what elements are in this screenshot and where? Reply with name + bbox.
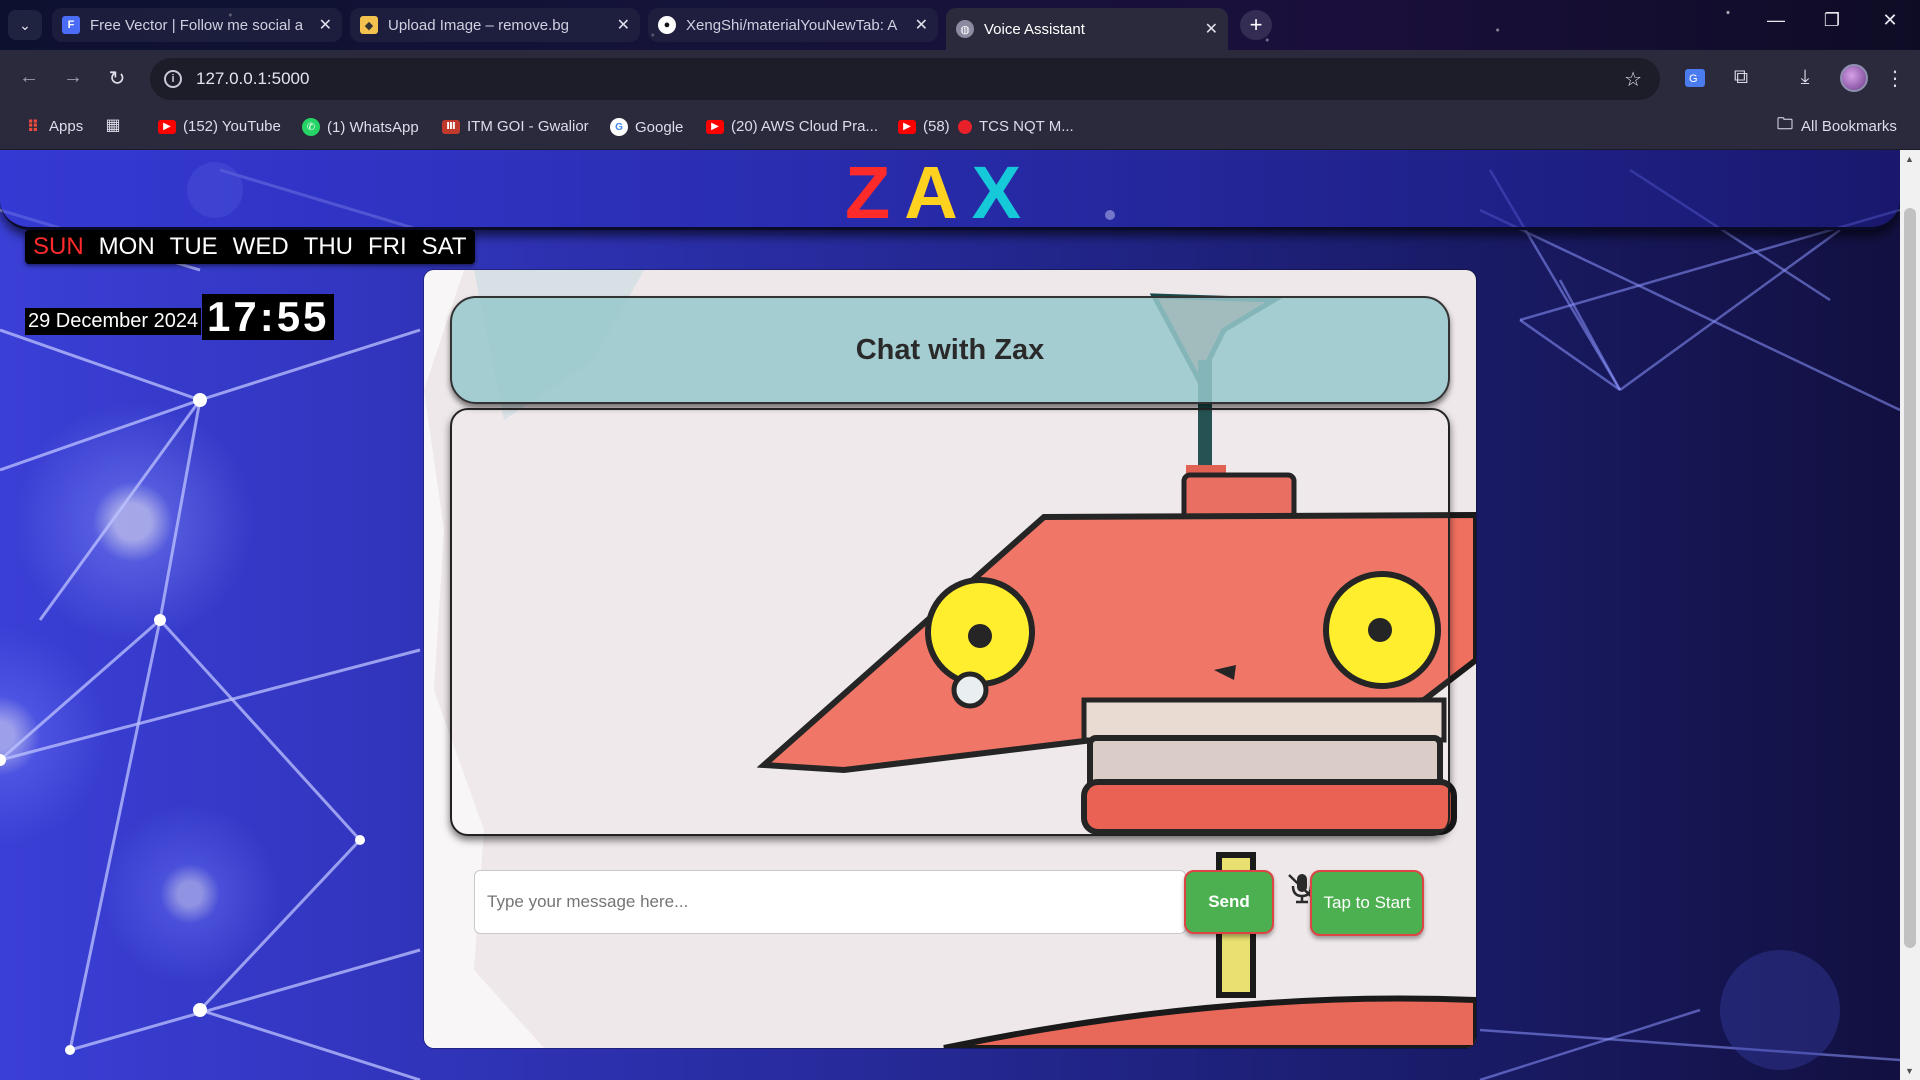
tap-to-start-button[interactable]: Tap to Start [1310, 870, 1424, 936]
close-icon[interactable]: ✕ [915, 15, 928, 35]
bookmark-google[interactable]: G Google [610, 118, 683, 136]
logo-letter-a: A [904, 151, 972, 234]
removebg-icon: ◆ [360, 16, 378, 34]
day-fri: FRI [368, 233, 407, 260]
whatsapp-icon: ✆ [302, 118, 320, 136]
chat-header: Chat with Zax [450, 296, 1450, 404]
close-icon[interactable]: ✕ [617, 15, 630, 35]
bookmark-whatsapp[interactable]: ✆ (1) WhatsApp [302, 118, 419, 136]
day-tue: TUE [169, 233, 218, 260]
svg-text:G: G [1689, 73, 1698, 85]
tab-title: XengShi/materialYouNewTab: A [686, 16, 898, 34]
browser-toolbar: ← → ↻ i 127.0.0.1:5000 ☆ G ⧉ ⤓ ⋮ [0, 50, 1920, 108]
chevron-down-icon: ⌄ [19, 16, 31, 33]
bookmark-apps[interactable]: ⠿ Apps [24, 118, 83, 136]
bookmark-youtube[interactable]: ▶ (152) YouTube [158, 118, 281, 135]
close-icon[interactable]: ✕ [1205, 19, 1218, 39]
day-sun: SUN [33, 233, 84, 260]
new-tab-button[interactable]: + [1240, 10, 1272, 40]
back-button[interactable]: ← [14, 66, 44, 89]
bookmark-itm[interactable]: Ⅲ ITM GOI - Gwalior [442, 118, 589, 135]
day-wed: WED [232, 233, 289, 260]
bookmark-tcs[interactable]: TCS NQT M... [958, 118, 1074, 135]
page-viewport: SUN MON TUE WED THU FRI SAT 29 December … [0, 150, 1900, 1080]
minimize-button[interactable]: — [1756, 10, 1796, 31]
red-dot-icon [958, 119, 972, 134]
all-bookmarks[interactable]: 🗀 All Bookmarks [1776, 116, 1897, 135]
avatar[interactable] [1840, 64, 1868, 92]
github-icon: ● [658, 16, 676, 34]
youtube-icon: ▶ [158, 119, 176, 134]
clock-display: 17:55 [202, 294, 335, 340]
message-input[interactable] [474, 870, 1186, 934]
more-menu-icon[interactable]: ⋮ [1880, 66, 1910, 91]
weekday-strip: SUN MON TUE WED THU FRI SAT [25, 230, 475, 264]
doc-icon: F [62, 16, 80, 34]
tab-title: Upload Image – remove.bg [388, 16, 569, 34]
folder-icon: 🗀 [1776, 116, 1793, 133]
bookmarks-bar: ⠿ Apps ▦ ▶ (152) YouTube ✆ (1) WhatsApp … [0, 108, 1920, 244]
chat-panel: Chat with Zax Send Tap to Start [424, 270, 1476, 1048]
day-mon: MON [98, 233, 155, 260]
zax-logo: Z A X [845, 150, 1035, 235]
extensions-icon[interactable]: ⧉ [1726, 66, 1756, 89]
reload-button[interactable]: ↻ [102, 66, 132, 91]
forward-button[interactable]: → [58, 66, 88, 89]
tab-title: Free Vector | Follow me social a [90, 16, 304, 34]
close-icon[interactable]: ✕ [319, 15, 332, 35]
plus-icon: + [1249, 12, 1263, 37]
logo-letter-x: X [971, 151, 1036, 234]
youtube-icon: ▶ [706, 119, 724, 134]
scroll-up-icon[interactable]: ▲ [1905, 154, 1914, 164]
day-thu: THU [303, 233, 353, 260]
download-icon[interactable]: ⤓ [1790, 66, 1820, 89]
close-window-button[interactable]: ✕ [1870, 10, 1910, 31]
tab-voice-assistant[interactable]: ◍ Voice Assistant ✕ [946, 8, 1228, 50]
scrollbar-thumb[interactable] [1904, 208, 1916, 948]
bookmark-58[interactable]: ▶ (58) [898, 118, 950, 135]
chat-messages-area[interactable] [450, 408, 1450, 836]
youtube-icon: ▶ [898, 119, 916, 134]
itm-icon: Ⅲ [442, 119, 460, 134]
address-bar[interactable]: i 127.0.0.1:5000 ☆ [150, 58, 1660, 100]
info-icon[interactable]: i [164, 70, 182, 88]
tab-github[interactable]: ● XengShi/materialYouNewTab: A ✕ [648, 8, 938, 42]
translate-icon[interactable]: G [1680, 66, 1710, 96]
date-display: 29 December 2024 [25, 308, 202, 335]
tab-groups-icon[interactable]: ▦ [104, 117, 122, 134]
tab-title: Voice Assistant [984, 20, 1085, 38]
tab-search-button[interactable]: ⌄ [8, 10, 42, 40]
logo-letter-z: Z [845, 151, 905, 234]
google-icon: G [610, 118, 628, 136]
bookmark-star-icon[interactable]: ☆ [1624, 67, 1642, 92]
tab-free-vector[interactable]: F Free Vector | Follow me social a ✕ [52, 8, 342, 42]
chat-input-row: Send Tap to Start [474, 870, 1434, 936]
day-sat: SAT [421, 233, 467, 260]
send-button[interactable]: Send [1184, 870, 1274, 934]
bookmark-aws[interactable]: ▶ (20) AWS Cloud Pra... [706, 118, 878, 135]
apps-grid-icon: ⠿ [26, 118, 40, 136]
scroll-down-icon[interactable]: ▼ [1905, 1066, 1914, 1076]
globe-icon: ◍ [956, 20, 974, 38]
restore-button[interactable]: ❐ [1812, 10, 1852, 31]
tab-strip: ⌄ F Free Vector | Follow me social a ✕ ◆… [0, 0, 1920, 50]
url-text: 127.0.0.1:5000 [196, 69, 310, 88]
page-scrollbar[interactable]: ▲ ▼ [1900, 150, 1920, 1080]
tab-removebg[interactable]: ◆ Upload Image – remove.bg ✕ [350, 8, 640, 42]
